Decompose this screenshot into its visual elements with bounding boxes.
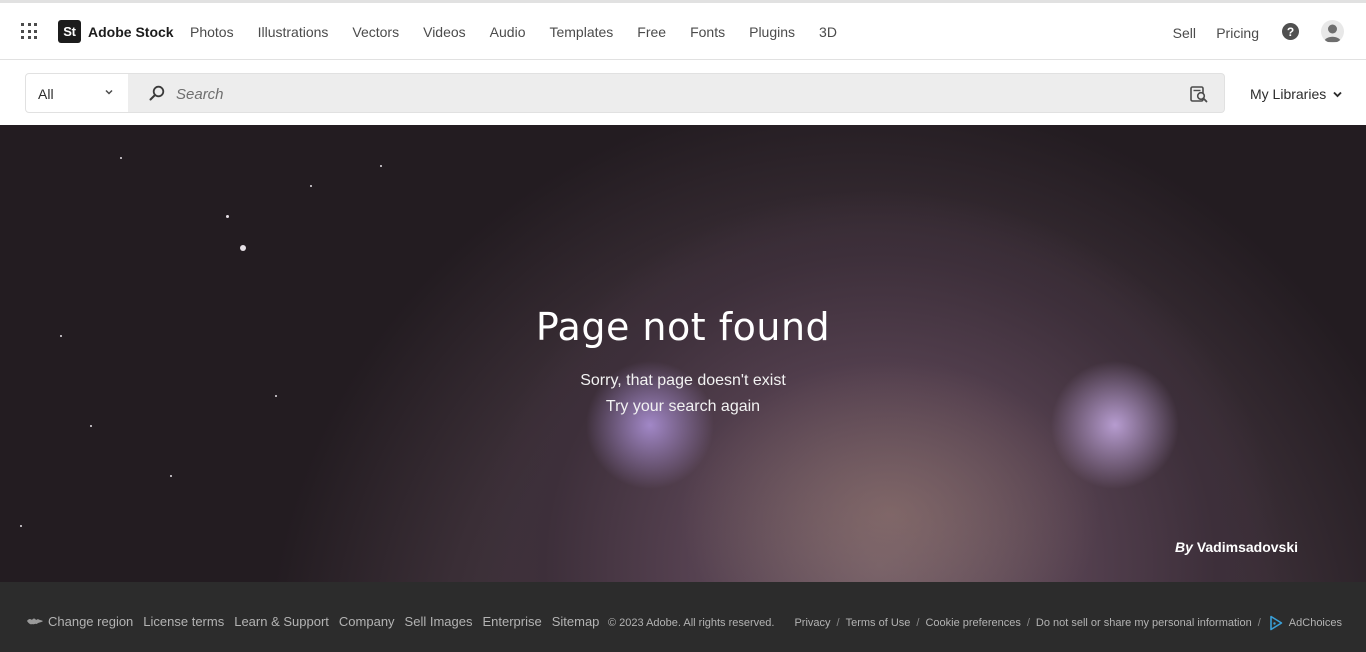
- star: [275, 395, 277, 397]
- credit-author: Vadimsadovski: [1196, 539, 1298, 555]
- chevron-down-icon: [105, 89, 113, 95]
- footer-legal: © 2023 Adobe. All rights reserved. Priva…: [608, 615, 1342, 631]
- site-header: St Adobe Stock Photos Illustrations Vect…: [0, 3, 1366, 60]
- pricing-link[interactable]: Pricing: [1216, 25, 1259, 41]
- search-icon: [149, 85, 165, 101]
- globe-icon: [27, 618, 43, 624]
- footer-enterprise[interactable]: Enterprise: [482, 614, 541, 629]
- footer-license-terms[interactable]: License terms: [143, 614, 224, 629]
- star: [226, 215, 229, 218]
- separator: /: [1026, 617, 1030, 629]
- footer-sell-images[interactable]: Sell Images: [405, 614, 473, 629]
- star: [170, 475, 172, 477]
- main-nav: Photos Illustrations Vectors Videos Audi…: [178, 22, 849, 42]
- separator: /: [1257, 617, 1261, 629]
- footer-learn-support[interactable]: Learn & Support: [234, 614, 329, 629]
- logo-text: Adobe Stock: [88, 23, 174, 40]
- apps-grid-icon[interactable]: [21, 23, 37, 39]
- nav-illustrations[interactable]: Illustrations: [246, 22, 341, 42]
- adobe-stock-logo[interactable]: St Adobe Stock: [58, 20, 174, 43]
- category-select-value: All: [38, 86, 54, 102]
- footer-change-region[interactable]: Change region: [48, 614, 133, 629]
- help-icon[interactable]: ?: [1282, 23, 1299, 40]
- adchoices-label: AdChoices: [1288, 617, 1342, 629]
- footer-links: Change region License terms Learn & Supp…: [26, 614, 609, 629]
- sell-link[interactable]: Sell: [1173, 25, 1196, 41]
- my-libraries-dropdown[interactable]: My Libraries: [1250, 86, 1343, 102]
- star: [20, 525, 22, 527]
- nav-plugins[interactable]: Plugins: [737, 22, 807, 42]
- logo-badge: St: [58, 20, 81, 43]
- star: [120, 157, 122, 159]
- site-footer: Change region License terms Learn & Supp…: [0, 582, 1366, 652]
- search-field: [128, 73, 1225, 113]
- search-bar: All My Libraries: [0, 60, 1366, 125]
- nav-free[interactable]: Free: [625, 22, 678, 42]
- user-avatar-icon[interactable]: [1321, 20, 1344, 43]
- nav-3d[interactable]: 3D: [807, 22, 849, 42]
- category-select[interactable]: All: [25, 73, 129, 113]
- my-libraries-label: My Libraries: [1250, 86, 1327, 102]
- separator: /: [916, 617, 920, 629]
- error-message: Sorry, that page doesn't exist: [580, 372, 786, 389]
- chevron-down-icon: [1333, 91, 1342, 97]
- hero-banner: Page not found Sorry, that page doesn't …: [0, 125, 1366, 582]
- star: [310, 185, 312, 187]
- adchoices-link[interactable]: AdChoices: [1269, 615, 1342, 631]
- credit-prefix: By: [1175, 539, 1193, 555]
- copyright: © 2023 Adobe. All rights reserved.: [607, 617, 775, 629]
- nav-audio[interactable]: Audio: [478, 22, 538, 42]
- nav-videos[interactable]: Videos: [411, 22, 478, 42]
- nav-fonts[interactable]: Fonts: [678, 22, 737, 42]
- nav-vectors[interactable]: Vectors: [340, 22, 411, 42]
- star: [380, 165, 382, 167]
- retry-message: Try your search again: [605, 398, 761, 415]
- star: [240, 245, 246, 251]
- footer-company[interactable]: Company: [339, 614, 395, 629]
- star: [90, 425, 92, 427]
- footer-terms-of-use[interactable]: Terms of Use: [846, 617, 911, 629]
- page-title: Page not found: [535, 305, 831, 349]
- adchoices-icon: [1269, 615, 1283, 631]
- footer-cookie-preferences[interactable]: Cookie preferences: [925, 617, 1020, 629]
- image-credit[interactable]: By Vadimsadovski: [1175, 539, 1298, 555]
- footer-privacy[interactable]: Privacy: [794, 617, 830, 629]
- nav-photos[interactable]: Photos: [178, 22, 246, 42]
- footer-do-not-sell[interactable]: Do not sell or share my personal informa…: [1036, 617, 1252, 629]
- visual-search-icon[interactable]: [1190, 85, 1208, 103]
- search-input[interactable]: [176, 82, 1176, 106]
- nav-templates[interactable]: Templates: [537, 22, 625, 42]
- separator: /: [836, 617, 840, 629]
- footer-sitemap[interactable]: Sitemap: [552, 614, 600, 629]
